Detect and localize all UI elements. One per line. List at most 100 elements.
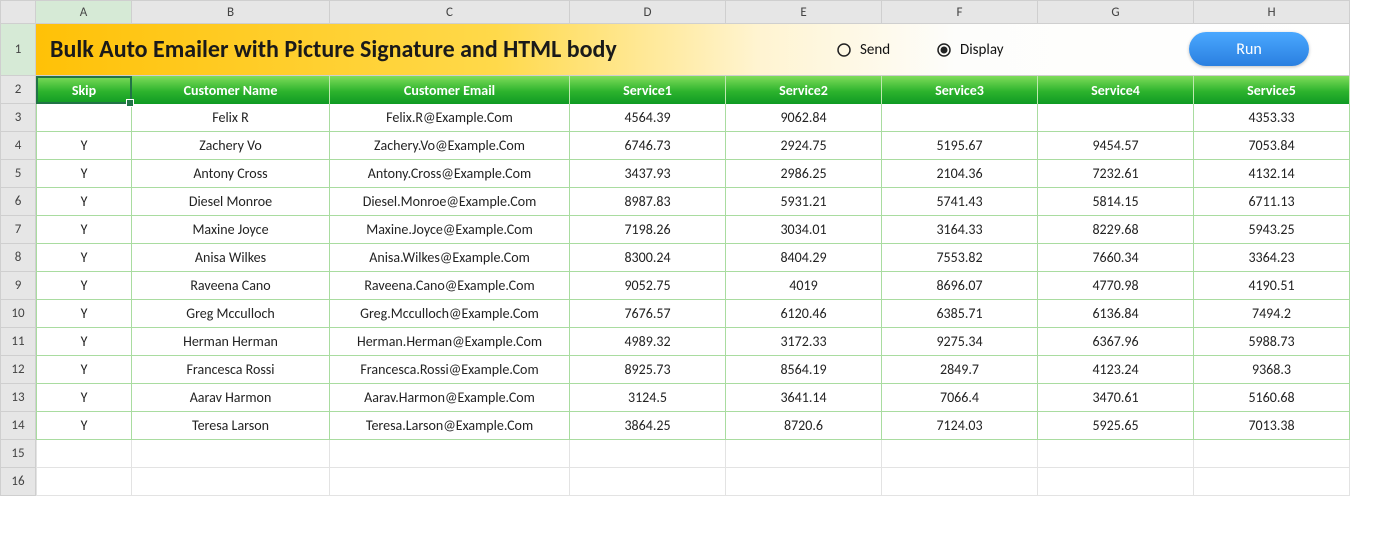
empty-cell[interactable] (882, 468, 1038, 496)
cell[interactable]: 7124.03 (882, 412, 1038, 440)
cell[interactable]: 3641.14 (726, 384, 882, 412)
column-header-F[interactable]: F (882, 0, 1038, 24)
empty-cell[interactable] (1038, 468, 1194, 496)
row-header-4[interactable]: 4 (0, 132, 36, 160)
cell[interactable]: 2986.25 (726, 160, 882, 188)
row-header-7[interactable]: 7 (0, 216, 36, 244)
cell[interactable]: 4190.51 (1194, 272, 1350, 300)
cell[interactable]: Anisa.Wilkes@Example.Com (330, 244, 570, 272)
empty-cell[interactable] (882, 440, 1038, 468)
cell[interactable]: 7660.34 (1038, 244, 1194, 272)
cell[interactable]: 4019 (726, 272, 882, 300)
cell[interactable]: 9062.84 (726, 104, 882, 132)
cell[interactable]: 8300.24 (570, 244, 726, 272)
cell[interactable] (1038, 104, 1194, 132)
row-header-10[interactable]: 10 (0, 300, 36, 328)
cell[interactable]: 5925.65 (1038, 412, 1194, 440)
cell[interactable]: Greg.Mcculloch@Example.Com (330, 300, 570, 328)
empty-cell[interactable] (132, 440, 330, 468)
cell[interactable]: Zachery.Vo@Example.Com (330, 132, 570, 160)
empty-cell[interactable] (726, 468, 882, 496)
empty-cell[interactable] (330, 468, 570, 496)
cell[interactable]: 8404.29 (726, 244, 882, 272)
row-header-6[interactable]: 6 (0, 188, 36, 216)
row-header-9[interactable]: 9 (0, 272, 36, 300)
cell[interactable]: Francesca.Rossi@Example.Com (330, 356, 570, 384)
cell[interactable]: 6136.84 (1038, 300, 1194, 328)
cell[interactable]: 3164.33 (882, 216, 1038, 244)
row-header-8[interactable]: 8 (0, 244, 36, 272)
cell[interactable]: Y (36, 356, 132, 384)
cell[interactable]: 6385.71 (882, 300, 1038, 328)
cell[interactable]: 8229.68 (1038, 216, 1194, 244)
cell[interactable]: 5741.43 (882, 188, 1038, 216)
cell[interactable]: Y (36, 328, 132, 356)
empty-cell[interactable] (36, 440, 132, 468)
cell[interactable]: 7198.26 (570, 216, 726, 244)
cell[interactable]: Y (36, 272, 132, 300)
cell[interactable]: 6746.73 (570, 132, 726, 160)
cell[interactable]: Felix.R@Example.Com (330, 104, 570, 132)
cell[interactable]: Teresa Larson (132, 412, 330, 440)
row-header-2[interactable]: 2 (0, 76, 36, 104)
cell[interactable]: Antony Cross (132, 160, 330, 188)
cell[interactable]: 8925.73 (570, 356, 726, 384)
row-header-3[interactable]: 3 (0, 104, 36, 132)
cell[interactable]: 4132.14 (1194, 160, 1350, 188)
cell[interactable]: Herman.Herman@Example.Com (330, 328, 570, 356)
empty-cell[interactable] (1038, 440, 1194, 468)
cell[interactable]: Y (36, 132, 132, 160)
table-header[interactable]: Skip (36, 76, 132, 104)
cell[interactable]: Y (36, 384, 132, 412)
cell[interactable]: 6120.46 (726, 300, 882, 328)
cell[interactable]: Y (36, 300, 132, 328)
cell[interactable]: Diesel Monroe (132, 188, 330, 216)
cell[interactable]: Aarav.Harmon@Example.Com (330, 384, 570, 412)
cell[interactable]: 7494.2 (1194, 300, 1350, 328)
cell[interactable]: 2924.75 (726, 132, 882, 160)
cell[interactable] (882, 104, 1038, 132)
cell[interactable] (36, 104, 132, 132)
column-header-C[interactable]: C (330, 0, 570, 24)
table-header[interactable]: Service1 (570, 76, 726, 104)
cell[interactable]: 4989.32 (570, 328, 726, 356)
cell[interactable]: 2849.7 (882, 356, 1038, 384)
empty-cell[interactable] (570, 440, 726, 468)
table-header[interactable]: Service5 (1194, 76, 1350, 104)
row-header-14[interactable]: 14 (0, 412, 36, 440)
cell[interactable]: 5988.73 (1194, 328, 1350, 356)
empty-cell[interactable] (1194, 440, 1350, 468)
cell[interactable]: 4770.98 (1038, 272, 1194, 300)
cell[interactable]: 3864.25 (570, 412, 726, 440)
column-header-G[interactable]: G (1038, 0, 1194, 24)
column-header-B[interactable]: B (132, 0, 330, 24)
row-header-15[interactable]: 15 (0, 440, 36, 468)
select-all-corner[interactable] (0, 0, 36, 24)
cell[interactable]: 8720.6 (726, 412, 882, 440)
column-header-H[interactable]: H (1194, 0, 1350, 24)
column-header-E[interactable]: E (726, 0, 882, 24)
row-header-1[interactable]: 1 (0, 24, 36, 76)
cell[interactable]: 4123.24 (1038, 356, 1194, 384)
cell[interactable]: Maxine Joyce (132, 216, 330, 244)
cell[interactable]: 3124.5 (570, 384, 726, 412)
cell[interactable]: Greg Mcculloch (132, 300, 330, 328)
cell[interactable]: 7066.4 (882, 384, 1038, 412)
cell[interactable]: Y (36, 412, 132, 440)
cell[interactable]: Herman Herman (132, 328, 330, 356)
table-header[interactable]: Service2 (726, 76, 882, 104)
cell[interactable]: Diesel.Monroe@Example.Com (330, 188, 570, 216)
cell[interactable]: 7553.82 (882, 244, 1038, 272)
cell[interactable]: Raveena.Cano@Example.Com (330, 272, 570, 300)
radio-send[interactable]: Send (836, 41, 890, 59)
cell[interactable]: 4564.39 (570, 104, 726, 132)
cell[interactable]: 8696.07 (882, 272, 1038, 300)
cell[interactable]: 5195.67 (882, 132, 1038, 160)
cell[interactable]: 5943.25 (1194, 216, 1350, 244)
run-button[interactable]: Run (1189, 32, 1309, 66)
cell[interactable]: Maxine.Joyce@Example.Com (330, 216, 570, 244)
cell[interactable]: 4353.33 (1194, 104, 1350, 132)
cell[interactable]: Aarav Harmon (132, 384, 330, 412)
table-header[interactable]: Customer Email (330, 76, 570, 104)
cell[interactable]: 3470.61 (1038, 384, 1194, 412)
